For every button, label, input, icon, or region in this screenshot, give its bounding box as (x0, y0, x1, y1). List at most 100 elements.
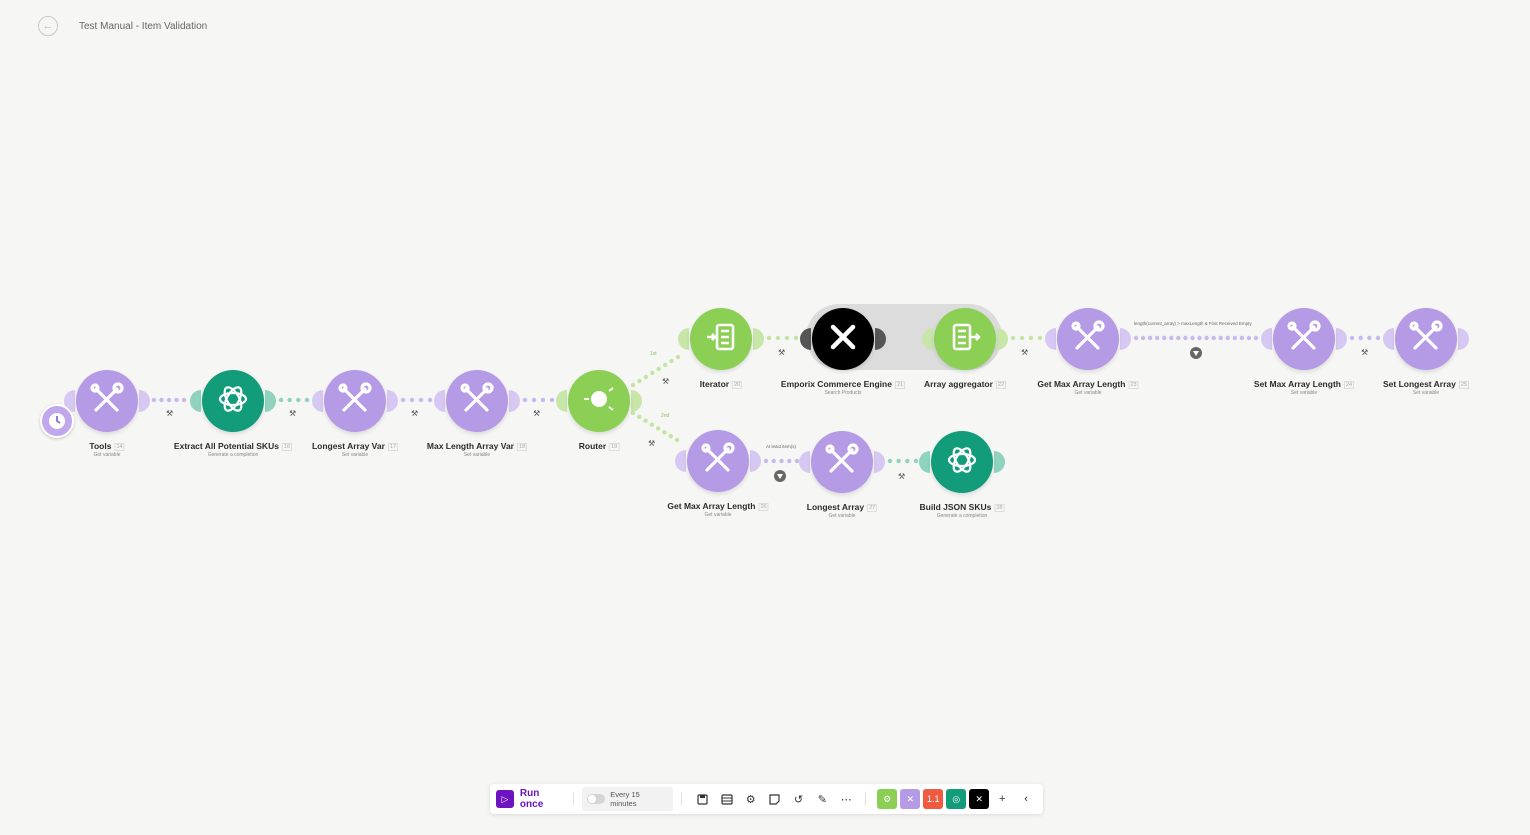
auto-align-icon[interactable]: ✎ (811, 789, 833, 809)
module-number: 16 (281, 443, 293, 451)
gear-icon[interactable]: ⚙ (740, 789, 762, 809)
input-connector[interactable] (1383, 328, 1394, 350)
input-connector[interactable] (190, 390, 201, 412)
output-connector[interactable] (1120, 328, 1131, 350)
scenario-settings-icon[interactable] (716, 789, 738, 809)
counter-app-chip[interactable]: 1.1 (923, 789, 944, 809)
module-circle[interactable] (931, 431, 993, 493)
router-icon (580, 380, 618, 423)
output-connector[interactable] (1336, 328, 1347, 350)
output-connector[interactable] (753, 328, 764, 350)
module-circle[interactable] (1395, 308, 1457, 370)
input-connector[interactable] (312, 390, 323, 412)
module-router[interactable]: Router 19 (539, 370, 659, 465)
clock-icon[interactable] (40, 404, 74, 438)
input-connector[interactable] (922, 328, 933, 350)
wrench-screwdriver-icon (1285, 318, 1323, 361)
input-connector[interactable] (1045, 328, 1056, 350)
module-title: Max Length Array Var 18 (426, 441, 528, 451)
emporix-app-chip[interactable]: ✕ (969, 789, 990, 809)
save-icon[interactable] (692, 789, 714, 809)
module-number: 24 (1343, 381, 1355, 389)
module-set-max[interactable]: Set Max Array Length 24 Set variable (1244, 308, 1364, 403)
module-title: Emporix Commerce Engine 21 (780, 379, 906, 389)
tools2-app-chip[interactable]: ✕ (900, 789, 921, 809)
aggregator-icon (947, 319, 983, 360)
module-iterator[interactable]: Iterator 20 (661, 308, 781, 403)
output-connector[interactable] (994, 451, 1005, 473)
module-aggregator[interactable]: Array aggregator 22 (905, 308, 1025, 403)
module-subtitle: Set variable (463, 452, 491, 458)
filter-label-top[interactable]: length(current_array) > maxLength & Firs… (1134, 321, 1252, 326)
module-title: Get Max Array Length 26 (667, 501, 769, 511)
output-connector[interactable] (750, 450, 761, 472)
output-connector[interactable] (997, 328, 1008, 350)
module-circle[interactable] (324, 370, 386, 432)
connector[interactable] (1133, 335, 1259, 341)
input-connector[interactable] (799, 451, 810, 473)
module-title: Extract All Potential SKUs 16 (173, 441, 293, 451)
add-icon[interactable]: + (991, 789, 1013, 809)
input-connector[interactable] (556, 390, 567, 412)
undo-icon[interactable]: ↺ (788, 789, 810, 809)
filter-icon[interactable] (1190, 347, 1202, 359)
module-circle[interactable] (446, 370, 508, 432)
output-connector[interactable] (874, 451, 885, 473)
toolbar-divider (573, 792, 575, 806)
schedule-toggle[interactable]: Every 15 minutes (582, 787, 673, 811)
module-circle[interactable] (76, 370, 138, 432)
module-longest-var[interactable]: Longest Array Var 17 Set variable (295, 370, 415, 465)
module-set-longest[interactable]: Set Longest Array 25 Set variable (1366, 308, 1486, 403)
module-subtitle: Set variable (1412, 390, 1440, 396)
module-build-json[interactable]: Build JSON SKUs 28 Generate a completion (902, 431, 1022, 526)
module-circle[interactable] (690, 308, 752, 370)
module-tools[interactable]: Tools 14 Get variable (40, 370, 167, 465)
app-chips: ⚙ ✕ 1.1 ◎ ✕ (874, 789, 990, 809)
module-circle[interactable] (812, 308, 874, 370)
input-connector[interactable] (919, 451, 930, 473)
more-icon[interactable]: ⋯ (835, 789, 857, 809)
output-connector[interactable] (631, 390, 642, 412)
module-get-max-1[interactable]: Get Max Array Length 23 Get variable (1028, 308, 1148, 403)
module-number: 28 (994, 504, 1005, 512)
module-extract[interactable]: Extract All Potential SKUs 16 Generate a c… (173, 370, 293, 465)
module-longest-array[interactable]: Longest Array 27 Get variable (782, 431, 902, 526)
module-circle[interactable] (811, 431, 873, 493)
input-connector[interactable] (1261, 328, 1272, 350)
module-maxlen-var[interactable]: Max Length Array Var 18 Set variable (417, 370, 537, 465)
notes-icon[interactable] (764, 789, 786, 809)
output-connector[interactable] (139, 390, 150, 412)
input-connector[interactable] (434, 390, 445, 412)
wrench-screwdriver-icon (336, 380, 374, 423)
output-connector[interactable] (875, 328, 886, 350)
output-connector[interactable] (1458, 328, 1469, 350)
schedule-label: Every 15 minutes (610, 790, 640, 808)
module-circle[interactable] (687, 430, 749, 492)
toggle-switch[interactable] (587, 794, 606, 804)
wrench-screwdriver-icon (699, 440, 737, 483)
module-title: Longest Array Var 17 (311, 441, 399, 451)
input-connector[interactable] (800, 328, 811, 350)
module-circle[interactable] (568, 370, 630, 432)
module-get-max-2[interactable]: Get Max Array Length 26 Get variable (658, 430, 778, 525)
input-connector[interactable] (675, 450, 686, 472)
module-emporix[interactable]: Emporix Commerce Engine 21 Search Products (780, 308, 906, 403)
output-connector[interactable] (509, 390, 520, 412)
wrench-screwdriver-icon (1407, 318, 1445, 361)
module-circle[interactable] (1057, 308, 1119, 370)
module-title: Set Longest Array 25 (1382, 379, 1470, 389)
module-circle[interactable] (202, 370, 264, 432)
filter-label-bottom[interactable]: At least item(s) (766, 444, 796, 449)
input-connector[interactable] (678, 328, 689, 350)
output-connector[interactable] (265, 390, 276, 412)
module-circle[interactable] (934, 308, 996, 370)
module-circle[interactable] (1273, 308, 1335, 370)
run-once-button[interactable]: ▷ Run once (496, 788, 565, 810)
wrench-screwdriver-icon (88, 380, 126, 423)
module-number: 19 (609, 443, 620, 451)
output-connector[interactable] (387, 390, 398, 412)
collapse-icon[interactable]: ‹ (1015, 789, 1037, 809)
emporix-x-icon (824, 318, 862, 361)
tools-app-chip[interactable]: ⚙ (877, 789, 898, 809)
openai-app-chip[interactable]: ◎ (946, 789, 967, 809)
